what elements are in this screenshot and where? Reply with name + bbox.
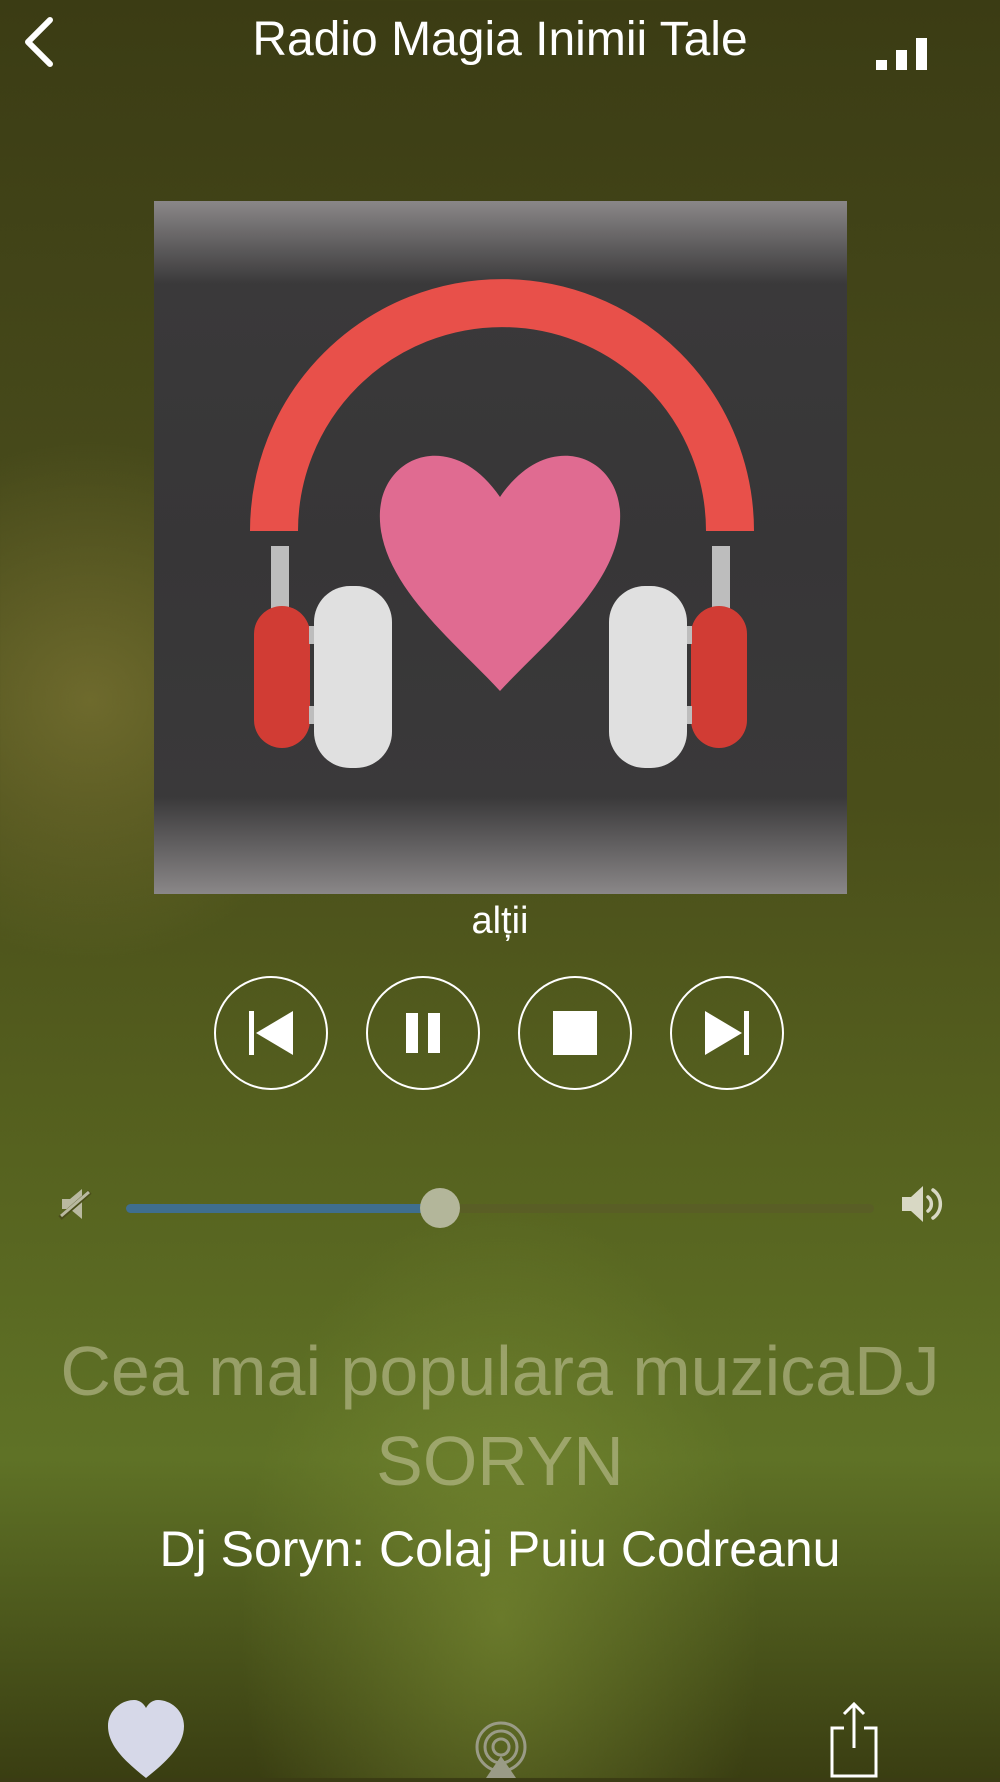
headphones-heart-icon xyxy=(250,279,754,768)
airplay-icon xyxy=(475,1721,527,1778)
volume-slider[interactable] xyxy=(126,1188,874,1228)
artist-name: Dj Soryn: Colaj Puiu Codreanu xyxy=(159,1521,841,1577)
station-category-label: alții xyxy=(471,900,529,942)
airplay-button[interactable] xyxy=(474,1720,528,1782)
previous-button[interactable] xyxy=(214,976,328,1090)
volume-mute-icon[interactable] xyxy=(56,1184,96,1224)
next-button[interactable] xyxy=(670,976,784,1090)
share-button[interactable] xyxy=(828,1701,880,1782)
favorite-button[interactable] xyxy=(106,1700,186,1782)
back-button[interactable] xyxy=(18,14,68,74)
chevron-left-icon xyxy=(25,17,53,67)
song-title: Cea mai populara muzicaDJ SORYN xyxy=(60,1332,940,1500)
volume-high-icon[interactable] xyxy=(898,1180,948,1228)
volume-thumb[interactable] xyxy=(420,1188,461,1228)
page-title: Radio Magia Inimii Tale xyxy=(252,13,748,66)
pause-button[interactable] xyxy=(366,976,480,1090)
station-artwork xyxy=(154,201,847,894)
skip-next-icon xyxy=(705,1011,749,1055)
stop-button[interactable] xyxy=(518,976,632,1090)
skip-previous-icon xyxy=(249,1011,293,1055)
volume-fill xyxy=(126,1204,441,1213)
stop-icon xyxy=(553,1011,597,1055)
pause-icon xyxy=(406,1013,440,1053)
top-bar: Radio Magia Inimii Tale xyxy=(0,0,1000,90)
heart-icon xyxy=(108,1700,184,1778)
signal-bars-icon[interactable] xyxy=(874,30,934,72)
share-icon xyxy=(830,1701,878,1778)
